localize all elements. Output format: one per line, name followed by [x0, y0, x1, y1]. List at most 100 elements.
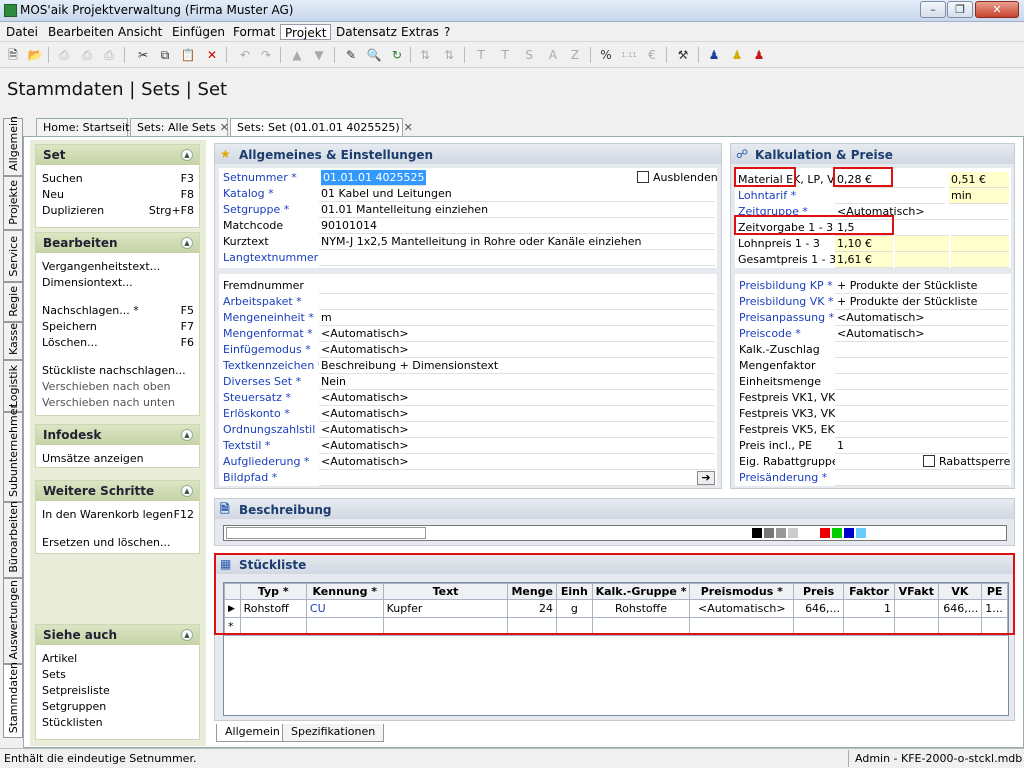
tab-home[interactable]: Home: Startseite [36, 118, 136, 136]
action-vergangenheitstext[interactable]: Vergangenheitstext... [42, 259, 194, 275]
zeitvorgabe-2-field[interactable] [895, 220, 949, 236]
link-setpreisliste[interactable]: Setpreisliste [42, 683, 194, 699]
field-value[interactable] [835, 342, 1009, 358]
menu-help[interactable]: ? [440, 24, 454, 40]
lohntarif-field[interactable] [835, 188, 945, 204]
tab-allgemein[interactable]: Allgemein [216, 724, 289, 742]
side-tab-projekte[interactable]: Projekte [3, 176, 23, 230]
link-stuecklisten[interactable]: Stücklisten [42, 715, 194, 731]
field-value[interactable]: <Automatisch> [319, 422, 715, 438]
field-value[interactable] [319, 470, 715, 486]
katalog-field[interactable]: 01 Kabel und Leitungen [319, 186, 715, 202]
field-value[interactable]: <Automatisch> [835, 310, 1009, 326]
side-tab-subunternehmer[interactable]: Subunternehmer [3, 404, 23, 502]
action-loeschen[interactable]: Löschen... F6 [42, 335, 194, 351]
user-red-icon[interactable]: ♟ [750, 46, 768, 64]
user-yellow-icon[interactable]: ♟ [728, 46, 746, 64]
maximize-button[interactable]: ❐ [947, 1, 973, 18]
action-stueckliste-nachschlagen[interactable]: Stückliste nachschlagen... [42, 363, 194, 379]
refresh-icon[interactable]: ↻ [388, 46, 406, 64]
menu-extras[interactable]: Extras [397, 24, 443, 40]
edit-pencil-icon[interactable]: ✎ [342, 46, 360, 64]
collapse-icon[interactable]: ▲ [181, 485, 193, 497]
field-value[interactable]: <Automatisch> [319, 406, 715, 422]
percent-icon[interactable]: % [597, 46, 615, 64]
collapse-icon[interactable]: ▲ [181, 149, 193, 161]
text-format-icon[interactable]: S [520, 46, 538, 64]
user-blue-icon[interactable]: ♟ [705, 46, 723, 64]
browse-arrow-icon[interactable]: ➔ [697, 471, 715, 485]
cut-icon[interactable]: ✂ [134, 46, 152, 64]
field-value[interactable] [835, 390, 1009, 406]
action-neu[interactable]: Neu F8 [42, 187, 194, 203]
action-umsaetze[interactable]: Umsätze anzeigen [42, 451, 194, 467]
rabattsperre-checkbox[interactable]: Rabattsperre [923, 454, 1010, 470]
link-setgruppen[interactable]: Setgruppen [42, 699, 194, 715]
field-value[interactable] [835, 406, 1009, 422]
collapse-icon[interactable]: ▲ [181, 629, 193, 641]
link-artikel[interactable]: Artikel [42, 651, 194, 667]
move-up-icon[interactable]: ▲ [288, 46, 306, 64]
currency-icon[interactable]: € [643, 46, 661, 64]
zeitvorgabe-3-field[interactable] [951, 220, 1009, 236]
collapse-icon[interactable]: ▲ [181, 237, 193, 249]
action-ersetzen-loeschen[interactable]: Ersetzen und löschen... [42, 535, 194, 551]
section-header[interactable]: Siehe auch ▲ [36, 625, 199, 645]
redo-icon[interactable]: ↷ [257, 46, 275, 64]
close-tab-icon[interactable]: ✕ [220, 121, 229, 134]
color-swatch[interactable] [832, 528, 842, 538]
section-header[interactable]: Set ▲ [36, 145, 199, 165]
setgruppe-field[interactable]: 01.01 Mantelleitung einziehen [319, 202, 715, 218]
matchcode-field[interactable]: 90101014 [319, 218, 715, 234]
section-header[interactable]: Weitere Schritte ▲ [36, 481, 199, 501]
kurztext-field[interactable]: NYM-J 1x2,5 Mantelleitung in Rohre oder … [319, 234, 715, 250]
section-header[interactable]: Bearbeiten ▲ [36, 233, 199, 253]
color-swatch[interactable] [844, 528, 854, 538]
field-value[interactable]: + Produkte der Stückliste [835, 278, 1009, 294]
color-swatch[interactable] [788, 528, 798, 538]
menu-projekt[interactable]: Projekt [280, 24, 332, 40]
ausblenden-checkbox[interactable]: Ausblenden [637, 170, 718, 186]
action-suchen[interactable]: Suchen F3 [42, 171, 194, 187]
menu-datensatz[interactable]: Datensatz [332, 24, 401, 40]
field-value[interactable]: + Produkte der Stückliste [835, 294, 1009, 310]
menu-einfuegen[interactable]: Einfügen [168, 24, 229, 40]
color-swatch[interactable] [752, 528, 762, 538]
side-tab-auswertungen[interactable]: Auswertungen [3, 578, 23, 664]
menu-ansicht[interactable]: Ansicht [114, 24, 166, 40]
field-value[interactable]: <Automatisch> [319, 454, 715, 470]
action-nachschlagen[interactable]: Nachschlagen... * F5 [42, 303, 194, 319]
side-tab-kasse[interactable]: Kasse [3, 322, 23, 360]
color-swatch[interactable] [856, 528, 866, 538]
text-format-icon[interactable]: A [544, 46, 562, 64]
font-dropdown[interactable] [226, 527, 426, 539]
field-value[interactable]: 1 [835, 438, 1009, 454]
decimals-icon[interactable]: 1.11 [620, 46, 638, 64]
field-value[interactable] [319, 278, 715, 294]
field-value[interactable]: <Automatisch> [319, 326, 715, 342]
field-value[interactable]: Beschreibung + Dimensionstext [319, 358, 715, 374]
side-tab-allgemein[interactable]: Allgemein [3, 116, 23, 176]
print-icon[interactable]: ⎙ [78, 46, 96, 64]
action-verschieben-unten[interactable]: Verschieben nach unten [42, 395, 194, 411]
menu-format[interactable]: Format [229, 24, 279, 40]
side-tab-service[interactable]: Service [3, 230, 23, 282]
action-duplizieren[interactable]: Duplizieren Strg+F8 [42, 203, 194, 219]
color-swatch[interactable] [764, 528, 774, 538]
open-folder-icon[interactable]: 📂 [26, 46, 44, 64]
field-value[interactable] [319, 294, 715, 310]
copy-icon[interactable]: ⧉ [156, 46, 174, 64]
new-file-icon[interactable]: 🗎 [4, 46, 22, 64]
color-swatch[interactable] [776, 528, 786, 538]
close-window-button[interactable]: ✕ [975, 1, 1019, 18]
side-tab-stammdaten[interactable]: Stammdaten [3, 662, 23, 738]
langtextnummer-field[interactable] [319, 250, 715, 266]
minimize-button[interactable]: – [920, 1, 946, 18]
field-value[interactable]: Nein [319, 374, 715, 390]
link-sets[interactable]: Sets [42, 667, 194, 683]
field-value[interactable]: <Automatisch> [835, 326, 1009, 342]
menu-bearbeiten[interactable]: Bearbeiten [44, 24, 118, 40]
side-tab-regie[interactable]: Regie [3, 282, 23, 322]
action-warenkorb[interactable]: In den Warenkorb legen F12 [42, 507, 194, 523]
tab-set-detail[interactable]: Sets: Set (01.01.01 4025525) ✕ [230, 118, 413, 136]
